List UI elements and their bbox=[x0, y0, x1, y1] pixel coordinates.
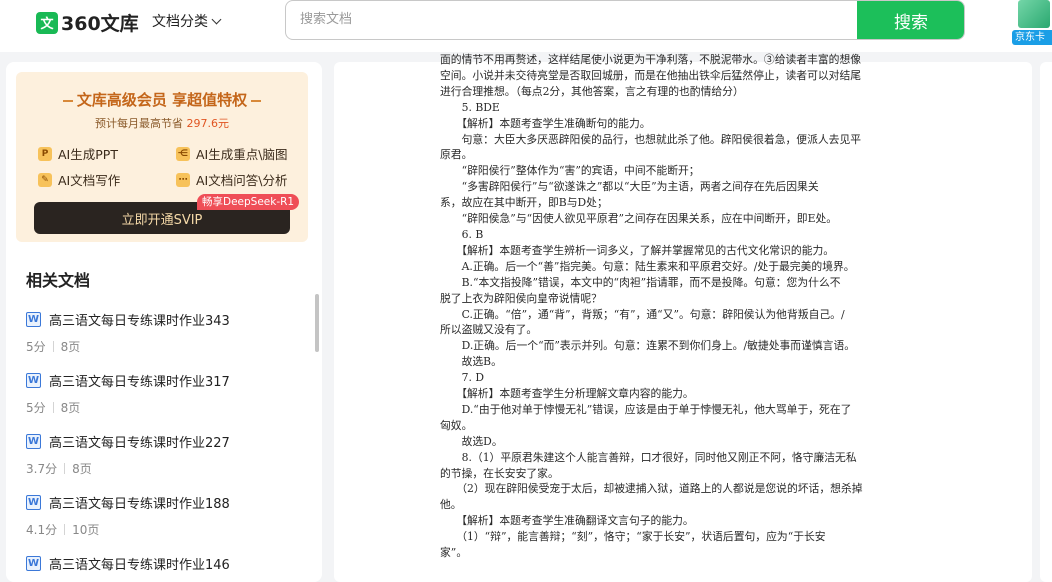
related-doc-score: 4.1分 bbox=[26, 523, 58, 537]
jd-card-promo[interactable]: 京东卡 bbox=[1012, 0, 1052, 46]
right-panel-edge bbox=[1040, 62, 1052, 582]
related-docs-title: 相关文档 bbox=[26, 271, 91, 290]
feature-ai-mindmap[interactable]: ⋲ AI生成重点\脑图 bbox=[176, 144, 287, 163]
logo-text: 360文库 bbox=[61, 13, 139, 35]
divider bbox=[64, 463, 66, 474]
document-line: “辟阳侯行”整体作为“害”的宾语，中间不能断开； bbox=[440, 164, 700, 178]
document-line: 【解析】本题考查学生准确断句的能力。 bbox=[440, 116, 651, 130]
word-doc-icon: W bbox=[26, 434, 41, 449]
document-line: B.“本文指投降”错误，本文中的“肉袒”指请罪，而不是投降。句意：您为什么不 bbox=[440, 275, 841, 289]
related-doc-name: 高三语文每日专练课时作业227 bbox=[49, 436, 230, 451]
related-doc-score: 5分 bbox=[26, 340, 46, 354]
related-doc-name: 高三语文每日专练课时作业343 bbox=[49, 314, 230, 329]
divider bbox=[62, 99, 73, 102]
related-doc-item[interactable]: W 高三语文每日专练课时作业188 4.1分 10页 bbox=[26, 493, 306, 538]
related-doc-item[interactable]: W 高三语文每日专练课时作业317 5分 8页 bbox=[26, 371, 306, 416]
document-line: 他。 bbox=[440, 498, 462, 512]
document-line: 【解析】本题考查学生辨析一词多义，了解并掌握常见的古代文化常识的能力。 bbox=[440, 243, 835, 257]
document-line: “辟阳侯急”与“因使人欲见平原君”之间存在因果关系，应在中间断开，即E处。 bbox=[440, 212, 838, 226]
document-line: 6. B bbox=[440, 227, 484, 241]
document-line: 【解析】本题考查学生准确翻译文言句子的能力。 bbox=[440, 514, 694, 528]
document-line: 面的情节不用再赘述，这样结尾使小说更为干净利落，不脱泥带水。③给读者丰富的想像 bbox=[440, 53, 862, 66]
word-doc-icon: W bbox=[26, 373, 41, 388]
related-doc-item[interactable]: W 高三语文每日专练课时作业343 5分 8页 bbox=[26, 310, 306, 355]
document-line: （2）现在辟阳侯受宠于太后，却被逮捕入狱，道路上的人都说是您说的坏话，想杀掉 bbox=[440, 482, 863, 496]
top-header: 文 360文库 文档分类 搜索 京东卡 bbox=[0, 0, 1052, 52]
document-line: 所以盗贼又没有了。 bbox=[440, 323, 538, 337]
related-doc-name: 高三语文每日专练课时作业188 bbox=[49, 497, 230, 512]
doc-category-label: 文档分类 bbox=[152, 14, 208, 30]
gift-box-icon bbox=[1018, 0, 1050, 28]
document-line: 脱了上衣为辟阳侯向皇帝说情呢？ bbox=[440, 291, 602, 305]
vip-savings: 预计每月最高节省 297.6元 bbox=[16, 115, 308, 131]
document-line: D.正确。后一个“而”表示并列。句意：连累不到你们身上。/敏捷处事而谨慎言语。 bbox=[440, 339, 856, 353]
document-line: 进行合理推想。（每点2分，其他答案，言之有理的也酌情给分） bbox=[440, 84, 744, 98]
vip-savings-amount: 297.6元 bbox=[186, 117, 230, 130]
document-line: “多害辟阳侯行”与“欲遂诛之”都以“大臣”为主语，两者之间存在先后因果关 bbox=[440, 180, 819, 194]
document-line: 的节操，在长安安了家。 bbox=[440, 466, 559, 480]
jd-card-label: 京东卡 bbox=[1012, 30, 1052, 45]
related-doc-name: 高三语文每日专练课时作业317 bbox=[49, 375, 230, 390]
related-doc-score: 5分 bbox=[26, 401, 46, 415]
document-line: C.正确。“倍”，通“背”，背叛；“有”，通“又”。句意：辟阳侯认为他背叛自己。… bbox=[440, 307, 845, 321]
deepseek-badge: 畅享DeepSeek-R1 bbox=[197, 194, 300, 210]
feature-ai-qa[interactable]: ⋯ AI文档问答\分析 bbox=[176, 170, 287, 189]
document-line: 7. D bbox=[440, 371, 484, 385]
document-line: A.正确。后一个“善”指完美。句意：陆生素来和平原君交好。/处于最完美的境界。 bbox=[440, 259, 855, 273]
document-line: 【解析】本题考查学生分析理解文章内容的能力。 bbox=[440, 387, 694, 401]
vip-promo-card[interactable]: 文库高级会员 享超值特权 预计每月最高节省 297.6元 P AI生成PPT ⋲… bbox=[16, 72, 308, 242]
left-sidebar: 文库高级会员 享超值特权 预计每月最高节省 297.6元 P AI生成PPT ⋲… bbox=[6, 62, 322, 582]
related-doc-pages: 8页 bbox=[72, 462, 92, 476]
document-line: 句意：大臣大多厌恶辟阳侯的品行，也想就此杀了他。辟阳侯很着急，便派人去见平 bbox=[440, 132, 862, 146]
document-line: 8.（1）平原君朱建这个人能言善辩，口才很好，同时他又刚正不阿，恪守廉洁无私 bbox=[440, 450, 857, 464]
feature-label: AI文档问答\分析 bbox=[196, 173, 288, 188]
chat-icon: ⋯ bbox=[176, 172, 190, 187]
divider bbox=[52, 402, 54, 413]
related-doc-pages: 8页 bbox=[60, 340, 81, 354]
related-doc-pages: 8页 bbox=[60, 401, 81, 415]
related-doc-pages: 10页 bbox=[72, 523, 100, 537]
document-line: 匈奴。 bbox=[440, 418, 473, 432]
ppt-icon: P bbox=[38, 146, 52, 161]
related-doc-item[interactable]: W 高三语文每日专练课时作业146 bbox=[26, 554, 306, 573]
feature-label: AI生成重点\脑图 bbox=[196, 147, 288, 162]
word-doc-icon: W bbox=[26, 556, 41, 571]
feature-label: AI生成PPT bbox=[58, 147, 118, 162]
vip-title: 文库高级会员 享超值特权 bbox=[16, 89, 308, 110]
document-line: （1）“辩”，能言善辩；“刻”，恪守；“家于长安”，状语后置句，应为“于长安 bbox=[440, 530, 826, 544]
divider bbox=[64, 524, 66, 535]
document-line: 空间。小说并未交待亮堂是否取回城册，而是在他抽出铁伞后猛然停止，读者可以对结尾 bbox=[440, 68, 862, 82]
search-button[interactable]: 搜索 bbox=[857, 1, 964, 39]
document-body: 面的情节不用再赘述，这样结尾使小说更为干净利落，不脱泥带水。③给读者丰富的想像空… bbox=[440, 52, 927, 561]
word-doc-icon: W bbox=[26, 312, 41, 327]
feature-ai-ppt[interactable]: P AI生成PPT bbox=[38, 144, 118, 163]
search-input[interactable] bbox=[286, 1, 858, 38]
sidebar-scrollbar[interactable] bbox=[315, 294, 319, 352]
search-box: 搜索 bbox=[285, 0, 965, 40]
word-doc-icon: W bbox=[26, 495, 41, 510]
divider bbox=[52, 341, 54, 352]
logo-badge-icon: 文 bbox=[36, 11, 58, 34]
document-line: 家”。 bbox=[440, 546, 468, 560]
vip-savings-prefix: 预计每月最高节省 bbox=[95, 117, 183, 130]
chevron-down-icon bbox=[211, 14, 222, 24]
document-line: 5. BDE bbox=[440, 100, 500, 114]
document-line: D.“由于他对单于悖慢无礼”错误，应该是由于单于悖慢无礼，他大骂单于，死在了 bbox=[440, 402, 852, 416]
related-doc-name: 高三语文每日专练课时作业146 bbox=[49, 558, 230, 573]
document-line: 系，故应在其中断开，即B与D处； bbox=[440, 196, 608, 210]
document-line: 原君。 bbox=[440, 148, 473, 162]
related-doc-score: 3.7分 bbox=[26, 462, 58, 476]
feature-label: AI文档写作 bbox=[58, 173, 121, 188]
vip-title-text: 文库高级会员 享超值特权 bbox=[76, 91, 248, 109]
divider bbox=[251, 99, 262, 102]
pen-icon: ✎ bbox=[38, 172, 52, 187]
mindmap-icon: ⋲ bbox=[176, 146, 190, 161]
document-line: 故选B。 bbox=[440, 355, 502, 369]
logo[interactable]: 文 360文库 bbox=[36, 9, 139, 36]
document-line: 故选D。 bbox=[440, 434, 503, 448]
feature-ai-writing[interactable]: ✎ AI文档写作 bbox=[38, 170, 120, 189]
related-doc-item[interactable]: W 高三语文每日专练课时作业227 3.7分 8页 bbox=[26, 432, 306, 477]
doc-category-menu[interactable]: 文档分类 bbox=[152, 11, 222, 31]
